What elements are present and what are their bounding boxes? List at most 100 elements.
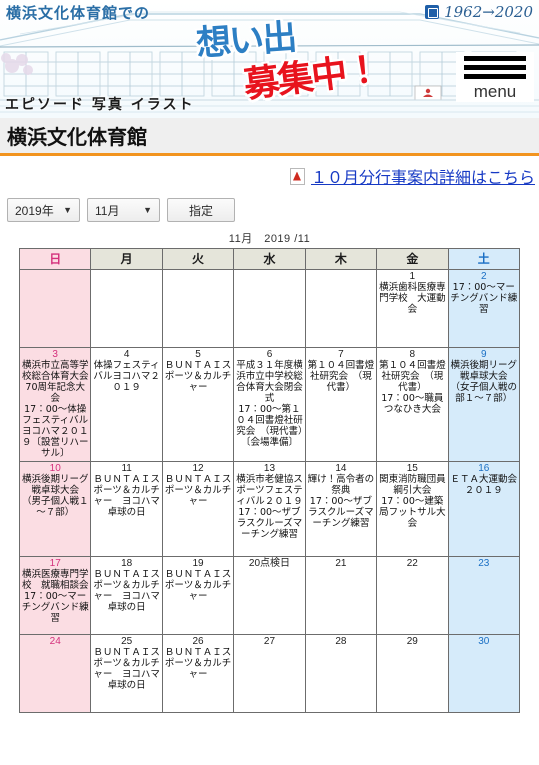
calendar-day-cell[interactable]: 20点検日	[233, 556, 306, 635]
day-number: 27	[263, 636, 276, 647]
day-events-list: ＢＵＮＴＡＩスポーツ＆カルチャー	[164, 360, 232, 393]
day-event: 横浜後期リーグ戦卓球大会 （男子個人戦１～７部）	[21, 474, 89, 518]
month-select[interactable]: 11月 ▼	[87, 198, 160, 222]
calendar-day-cell[interactable]: 9 横浜後期リーグ戦卓球大会 （女子個人戦の部１～７部）	[447, 347, 521, 462]
day-event: ＢＵＮＴＡＩスポーツ＆カルチャー	[164, 569, 232, 602]
calendar-day-cell[interactable]: 12 ＢＵＮＴＡＩスポーツ＆カルチャー	[161, 461, 235, 557]
day-event: 横浜市老健協スポーツフェスティバル２０１９	[236, 474, 303, 507]
calendar-day-cell[interactable]: 21	[304, 556, 378, 635]
pdf-link-row: １０月分行事案内詳細はこちら	[0, 156, 539, 196]
day-number: 21	[335, 558, 347, 569]
anniversary-years: 1962→2020	[425, 3, 533, 21]
day-events-list: 横浜市立高等学校総合体育大会70周年記念大会 17：00～体操フェスティバルヨコハ…	[21, 360, 89, 459]
day-event: 17：00～マーチングバンド練習	[21, 591, 89, 624]
calendar-week-row: 10 横浜後期リーグ戦卓球大会 （男子個人戦１～７部） 11 ＢＵＮＴＡＩスポーツ＆カ…	[18, 461, 521, 557]
day-event: 第１０４回書燈社研究会 （現代書）	[379, 360, 446, 393]
day-number: 20	[248, 558, 261, 569]
day-number: 16	[478, 463, 490, 474]
day-number: 19	[192, 558, 204, 569]
calendar-day-cell[interactable]: 28	[304, 634, 378, 713]
day-inline-block: 20点検日	[235, 558, 303, 569]
day-event: ＢＵＮＴＡＩスポーツ＆カルチャー	[164, 474, 232, 507]
day-events-list: 17：00～マーチングバンド練習	[450, 282, 518, 315]
calendar-header-row: 日月火水木金土	[18, 248, 521, 270]
calendar-day-cell[interactable]: 3 横浜市立高等学校総合体育大会70周年記念大会 17：00～体操フェスティバルヨコ…	[18, 347, 92, 462]
day-number: 24	[49, 636, 61, 647]
day-event: 17：00～体操フェスティバルヨコハマ２０１９〔設営リハーサル〕	[21, 404, 89, 459]
day-number: 17	[49, 558, 61, 569]
calendar-week-row: 3 横浜市立高等学校総合体育大会70周年記念大会 17：00～体操フェスティバルヨコ…	[18, 347, 521, 462]
day-events-list: ＥＴＡ大運動会２０１９	[450, 474, 518, 496]
day-events-list: 横浜市老健協スポーツフェスティバル２０１９ 17：00～ザブラスクルーズマーチング…	[235, 474, 303, 540]
calendar-week-row: 1 横浜歯科医療専門学校 大運動会 2 17：00～マーチングバンド練習	[18, 269, 521, 348]
day-event: 体操フェスティバルヨコハマ２０１９	[93, 360, 160, 393]
day-number: 23	[478, 558, 490, 569]
day-number: 18	[121, 558, 133, 569]
calendar-day-cell[interactable]: 1 横浜歯科医療専門学校 大運動会	[376, 269, 449, 348]
calendar-day-cell[interactable]: 14 輝け！高令者の祭典 17：00～ザブラスクルーズマーチング練習	[304, 461, 378, 557]
day-number: 28	[335, 636, 347, 647]
day-event: 17：00～ザブラスクルーズマーチング練習	[308, 496, 374, 529]
day-number: 22	[406, 558, 418, 569]
banner-keywords: エピソード 写真 イラスト	[5, 97, 195, 113]
day-event: 点検日	[260, 558, 291, 569]
calendar-day-cell[interactable]: 5 ＢＵＮＴＡＩスポーツ＆カルチャー	[161, 347, 235, 462]
monthly-pdf-link[interactable]: １０月分行事案内詳細はこちら	[289, 164, 535, 188]
day-event: 17：00～職員つなひき大会	[381, 393, 444, 415]
calendar-day-cell[interactable]: 30	[447, 634, 521, 713]
day-events-list: ＢＵＮＴＡＩスポーツ＆カルチャー ヨコハマ卓球の日	[92, 647, 160, 691]
calendar-wrapper: 日月火水木金土 1 横浜歯科医療専門学校 大運動会 2 17：00～マーチングバンド練…	[0, 248, 539, 713]
menu-button[interactable]: menu	[456, 52, 534, 102]
year-select-value: 2019年	[15, 203, 54, 218]
day-number: 10	[49, 463, 61, 474]
day-events-list: ＢＵＮＴＡＩスポーツ＆カルチャー	[164, 647, 232, 680]
day-event: 横浜歯科医療専門学校 大運動会	[379, 282, 446, 315]
day-number: 3	[52, 349, 58, 360]
calendar-body: 1 横浜歯科医療専門学校 大運動会 2 17：00～マーチングバンド練習 3 横浜市立高等…	[18, 269, 521, 713]
banner-top-text: 横浜文化体育館での	[6, 4, 151, 22]
calendar-day-cell[interactable]: 19 ＢＵＮＴＡＩスポーツ＆カルチャー	[161, 556, 235, 635]
date-filter-controls: 2019年 ▼ 11月 ▼ 指定	[0, 196, 539, 226]
chevron-down-icon: ▼	[143, 204, 152, 215]
calendar-day-cell[interactable]: 8 第１０４回書燈社研究会 （現代書） 17：00～職員つなひき大会	[376, 347, 449, 462]
calendar-day-cell[interactable]: 13 横浜市老健協スポーツフェスティバル２０１９ 17：00～ザブラスクルーズマーチ…	[233, 461, 306, 557]
weekday-header-1: 月	[90, 248, 163, 270]
building-badge-icon	[425, 5, 440, 19]
calendar-day-cell[interactable]: 25 ＢＵＮＴＡＩスポーツ＆カルチャー ヨコハマ卓球の日	[90, 634, 163, 713]
calendar-day-cell[interactable]: 27	[233, 634, 306, 713]
calendar-day-cell[interactable]: 6 平成３１年度横浜市立中学校総合体育大会閉会式 17：00～第１０４回書燈社研究会…	[233, 347, 306, 462]
calendar-day-cell[interactable]: 2 17：00～マーチングバンド練習	[447, 269, 521, 348]
calendar-day-cell[interactable]: 29	[376, 634, 449, 713]
anniversary-years-text: 1962→2020	[444, 3, 533, 21]
calendar-week-row: 24 25 ＢＵＮＴＡＩスポーツ＆カルチャー ヨコハマ卓球の日 26 ＢＵＮＴＡＩスポー…	[18, 634, 521, 713]
day-event: ＥＴＡ大運動会２０１９	[450, 474, 518, 496]
calendar-week-row: 17 横浜医療専門学校 就職相談会 17：00～マーチングバンド練習 18 ＢＵＮＴＡＩ…	[18, 556, 521, 635]
day-number: 30	[478, 636, 490, 647]
calendar-empty-cell	[304, 269, 378, 348]
day-number: 5	[195, 349, 201, 360]
calendar-day-cell[interactable]: 23	[447, 556, 521, 635]
day-events-list: 横浜医療専門学校 就職相談会 17：00～マーチングバンド練習	[21, 569, 89, 624]
specify-button[interactable]: 指定	[167, 198, 235, 222]
calendar-day-cell[interactable]: 22	[376, 556, 449, 635]
day-event: 17：00～マーチングバンド練習	[450, 282, 518, 315]
calendar-day-cell[interactable]: 16 ＥＴＡ大運動会２０１９	[447, 461, 521, 557]
day-events-list: 第１０４回書燈社研究会 （現代書）	[307, 360, 375, 393]
calendar-day-cell[interactable]: 7 第１０４回書燈社研究会 （現代書）	[304, 347, 378, 462]
day-event: 第１０４回書燈社研究会 （現代書）	[307, 360, 375, 393]
day-event: 横浜市立高等学校総合体育大会70周年記念大会	[21, 360, 89, 404]
calendar-day-cell[interactable]: 15 関東消防職団員綱引大会 17：00～建築局フットサル大会	[376, 461, 449, 557]
calendar-day-cell[interactable]: 10 横浜後期リーグ戦卓球大会 （男子個人戦１～７部）	[18, 461, 92, 557]
year-select[interactable]: 2019年 ▼	[7, 198, 80, 222]
calendar-empty-cell	[18, 269, 92, 348]
calendar-day-cell[interactable]: 17 横浜医療専門学校 就職相談会 17：00～マーチングバンド練習	[18, 556, 92, 635]
day-event: 横浜医療専門学校 就職相談会	[21, 569, 89, 591]
calendar-day-cell[interactable]: 26 ＢＵＮＴＡＩスポーツ＆カルチャー	[161, 634, 235, 713]
day-number: 15	[406, 463, 418, 474]
day-number: 1	[409, 271, 416, 282]
calendar-day-cell[interactable]: 4 体操フェスティバルヨコハマ２０１９	[90, 347, 163, 462]
calendar-day-cell[interactable]: 18 ＢＵＮＴＡＩスポーツ＆カルチャー ヨコハマ卓球の日	[90, 556, 163, 635]
day-events-list: 体操フェスティバルヨコハマ２０１９	[92, 360, 160, 393]
calendar-day-cell[interactable]: 24	[18, 634, 92, 713]
calendar-day-cell[interactable]: 11 ＢＵＮＴＡＩスポーツ＆カルチャー ヨコハマ卓球の日	[90, 461, 163, 557]
